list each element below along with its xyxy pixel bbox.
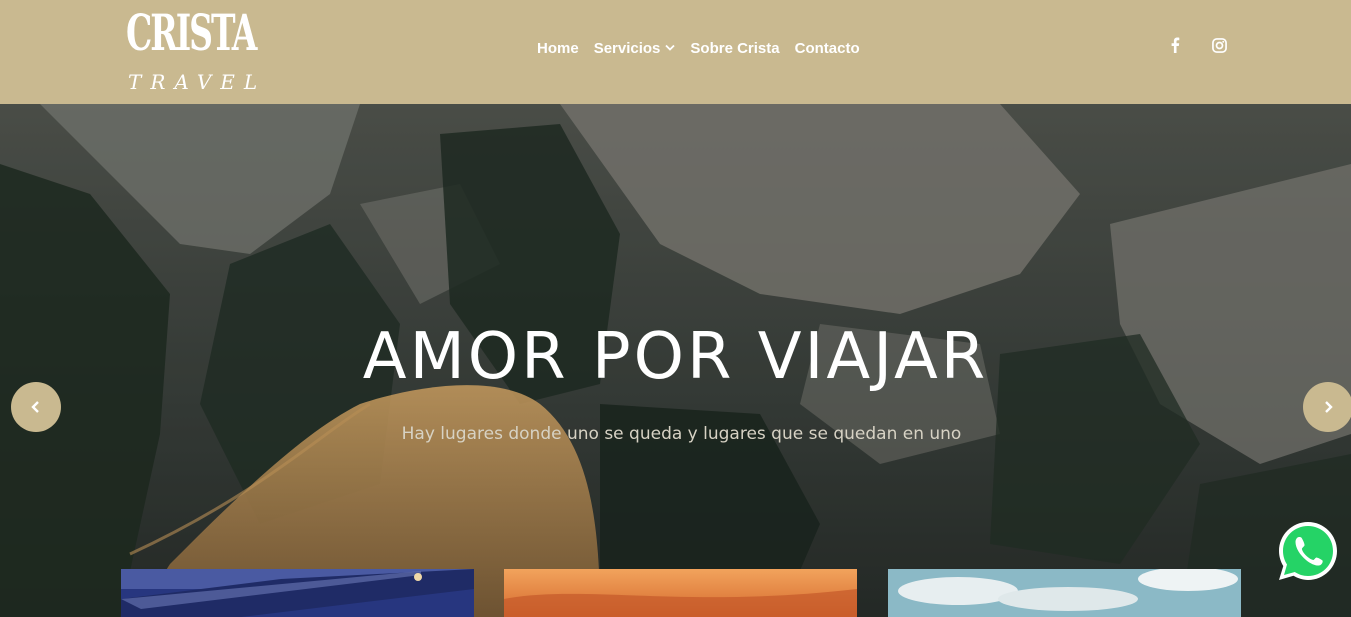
crista-travel-logo[interactable]: CRISTA TRAVEL (124, 0, 257, 100)
hero-slider: AMOR POR VIAJAR Hay lugares donde uno se… (0, 104, 1351, 617)
nav-item-label: Sobre Crista (690, 39, 780, 57)
card-image (504, 569, 857, 617)
whatsapp-icon[interactable] (1275, 518, 1341, 584)
nav-item-label: Contacto (794, 39, 860, 57)
instagram-icon[interactable] (1210, 36, 1228, 54)
slider-prev-button[interactable] (11, 382, 61, 432)
nav-item-label: Servicios (593, 39, 661, 57)
nav-item-label: Home (537, 39, 579, 57)
card-image (888, 569, 1241, 617)
destination-card[interactable] (888, 569, 1241, 617)
chevron-right-icon (1325, 401, 1333, 413)
nav-item-contacto[interactable]: Contacto (795, 40, 860, 57)
nav-item-sobre-crista[interactable]: Sobre Crista (690, 40, 779, 57)
logo-main-text: CRISTA (126, 3, 257, 62)
facebook-icon[interactable] (1166, 36, 1184, 54)
main-nav: Home Servicios Sobre Crista Contacto (537, 37, 875, 59)
destination-card[interactable] (121, 569, 474, 617)
nav-item-servicios[interactable]: Servicios (594, 40, 676, 57)
slider-next-button[interactable] (1303, 382, 1351, 432)
hero-title: AMOR POR VIAJAR (362, 320, 989, 394)
destination-card[interactable] (504, 569, 857, 617)
hero-subtitle: Hay lugares donde uno se queda y lugares… (401, 424, 962, 444)
card-image (121, 569, 474, 617)
chevron-left-icon (31, 401, 39, 413)
chevron-down-icon (665, 42, 676, 54)
logo-sub-text: TRAVEL (128, 70, 267, 94)
site-header: CRISTA TRAVEL Home Servicios Sobre Crist… (0, 0, 1351, 104)
nav-item-home[interactable]: Home (537, 40, 579, 57)
